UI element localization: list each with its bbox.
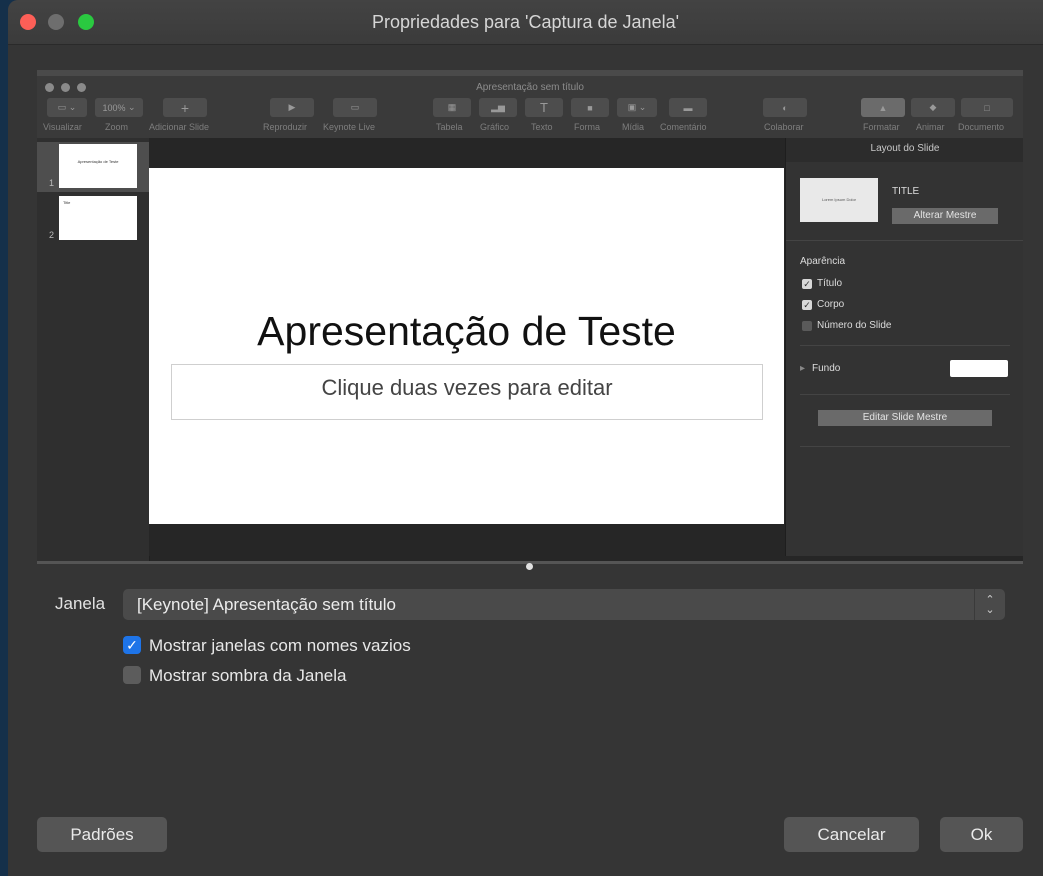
window-select[interactable]: [Keynote] Apresentação sem título ⌃ ⌄: [123, 589, 1005, 620]
divider: [786, 240, 1023, 241]
media-icon: ▣ ⌄: [617, 98, 657, 117]
toolbar-label-chart: Gráfico: [480, 122, 510, 132]
toolbar-label-view: Visualizar: [43, 122, 82, 132]
select-stepper-icon: ⌃ ⌄: [974, 589, 1005, 620]
slide-body-placeholder: Clique duas vezes para editar: [171, 364, 763, 420]
divider: [800, 345, 1010, 346]
toolbar-label-shape: Forma: [574, 122, 601, 132]
text-icon: T: [525, 98, 563, 117]
background-color-swatch: [950, 360, 1008, 377]
body-checkbox-label: Corpo: [817, 299, 845, 310]
change-master-button: Alterar Mestre: [892, 208, 998, 224]
table-icon: ▦: [433, 98, 471, 117]
slide: Apresentação de Teste Clique duas vezes …: [149, 168, 784, 524]
edit-master-slide-button: Editar Slide Mestre: [818, 410, 992, 426]
title-checkbox-label: Título: [817, 278, 843, 289]
disclosure-triangle-icon: ▸: [800, 363, 806, 374]
add-slide-icon: +: [163, 98, 207, 117]
ok-button[interactable]: Ok: [940, 817, 1023, 852]
toolbar-label-format: Formatar: [863, 122, 900, 132]
toolbar-label-zoom: Zoom: [105, 122, 129, 132]
title-checkbox: ✓: [802, 279, 812, 289]
toolbar-label-text: Texto: [531, 122, 553, 132]
show-shadow-label[interactable]: Mostrar sombra da Janela: [149, 666, 346, 686]
keynote-toolbar: Apresentação sem título ▭ ⌄ 100% ⌄ + ▶ ▭…: [37, 76, 1023, 139]
dialog-title: Propriedades para 'Captura de Janela': [371, 12, 680, 32]
toolbar-label-comment: Comentário: [660, 122, 707, 132]
toolbar-label-document: Documento: [958, 122, 1005, 132]
body-checkbox: ✓: [802, 300, 812, 310]
window-select-value: [Keynote] Apresentação sem título: [137, 595, 396, 614]
toolbar-label-play: Reproduzir: [263, 122, 308, 132]
window-preview: Apresentação sem título ▭ ⌄ 100% ⌄ + ▶ ▭…: [37, 70, 1023, 564]
show-shadow-checkbox[interactable]: [123, 666, 141, 684]
toolbar-label-keynote-live: Keynote Live: [323, 122, 376, 132]
divider: [800, 446, 1010, 447]
collaborate-icon: ◐: [763, 98, 807, 117]
slide-title: Apresentação de Teste: [257, 308, 676, 354]
zoom-dropdown: 100% ⌄: [95, 98, 143, 117]
slide-number: 2: [49, 230, 55, 240]
format-inspector: Layout do Slide Lorem Ipsum Dolor TITLE …: [785, 138, 1023, 556]
comment-icon: ▬: [669, 98, 707, 117]
slide-thumbnail: Title: [59, 196, 137, 240]
defaults-button[interactable]: Padrões: [37, 817, 167, 852]
divider: [800, 394, 1010, 395]
properties-dialog: Propriedades para 'Captura de Janela' Ap…: [8, 0, 1043, 876]
play-icon: ▶: [270, 98, 314, 117]
background-label: Fundo: [812, 363, 841, 374]
view-icon: ▭ ⌄: [47, 98, 87, 117]
format-icon: ▲: [861, 98, 905, 117]
window-label: Janela: [55, 594, 106, 613]
chart-icon: ▂▅: [479, 98, 517, 117]
slide-number: 1: [49, 178, 55, 188]
slide-canvas: Apresentação de Teste Clique duas vezes …: [149, 138, 785, 556]
toolbar-label-collaborate: Colaborar: [764, 122, 804, 132]
title-bar: Propriedades para 'Captura de Janela': [8, 0, 1043, 45]
slide-thumbnail: Apresentação de Teste: [59, 144, 137, 188]
inspector-header: Layout do Slide: [786, 138, 1023, 162]
document-icon: □: [961, 98, 1013, 117]
keynote-window-title: Apresentação sem título: [476, 82, 584, 93]
toolbar-label-animate: Animar: [916, 122, 945, 132]
show-empty-names-checkbox[interactable]: ✓: [123, 636, 141, 654]
cancel-button[interactable]: Cancelar: [784, 817, 919, 852]
toolbar-label-table: Tabela: [436, 122, 463, 132]
preview-page-indicator: [526, 563, 533, 570]
toolbar-label-add-slide: Adicionar Slide: [149, 122, 210, 132]
slide-number-checkbox: [802, 321, 812, 331]
master-name: TITLE: [892, 186, 920, 197]
keynote-live-icon: ▭: [333, 98, 377, 117]
animate-icon: ◆: [911, 98, 955, 117]
toolbar-label-media: Mídia: [622, 122, 645, 132]
slide-number-checkbox-label: Número do Slide: [817, 320, 892, 331]
shape-icon: ■: [571, 98, 609, 117]
slide-navigator: 1 Apresentação de Teste 2 Title: [37, 138, 150, 564]
appearance-label: Aparência: [800, 256, 846, 267]
show-empty-names-label[interactable]: Mostrar janelas com nomes vazios: [149, 636, 411, 656]
master-thumbnail: Lorem Ipsum Dolor: [800, 178, 878, 222]
